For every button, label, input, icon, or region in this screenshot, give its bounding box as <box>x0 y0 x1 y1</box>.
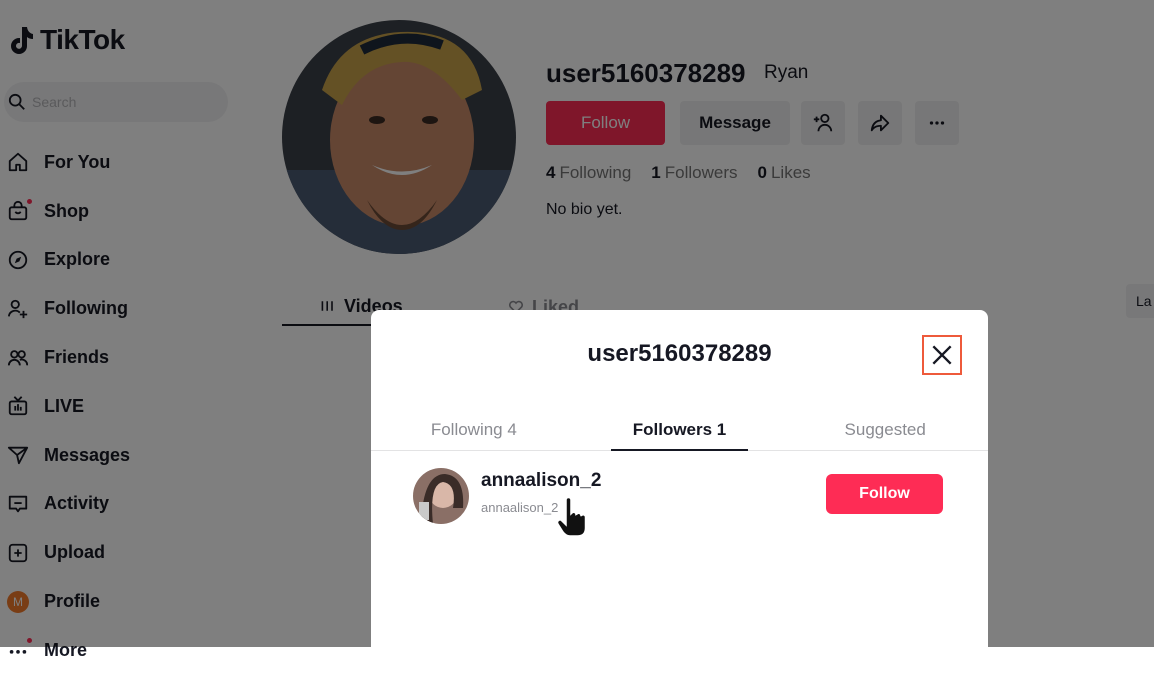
follower-name[interactable]: annaalison_2 <box>481 470 601 492</box>
followers-modal: user5160378289 Following 4 Followers 1 S… <box>371 310 988 655</box>
modal-tabs: Following 4 Followers 1 Suggested <box>371 410 988 451</box>
tab-followers[interactable]: Followers 1 <box>577 410 783 451</box>
close-icon <box>932 345 952 365</box>
list-item[interactable]: annaalison_2 annaalison_2 Follow <box>371 460 988 540</box>
tab-following[interactable]: Following 4 <box>371 410 577 450</box>
hand-cursor-icon <box>556 498 586 537</box>
tab-suggested[interactable]: Suggested <box>782 410 988 450</box>
follower-handle[interactable]: annaalison_2 <box>481 500 558 515</box>
follower-follow-button[interactable]: Follow <box>826 474 943 514</box>
modal-title: user5160378289 <box>587 340 772 367</box>
close-modal-button[interactable] <box>922 335 962 375</box>
follower-avatar[interactable] <box>413 468 469 524</box>
tiktok-profile-page: TikTok Search For You Shop Explore <box>0 0 1154 660</box>
